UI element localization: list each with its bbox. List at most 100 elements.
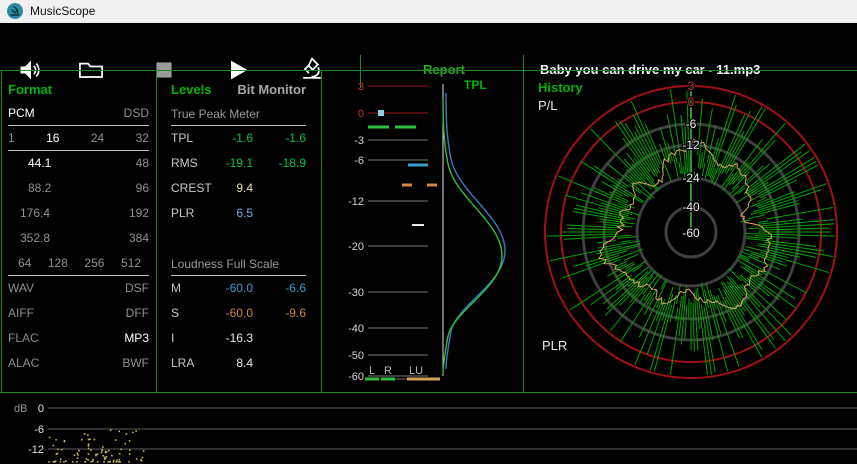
titlebar: MusicScope [0,0,857,23]
musicscope-window: MusicScope [0,0,857,464]
rate-192[interactable]: 192 [129,201,149,226]
waveform-dots [48,429,144,462]
tab-levels[interactable]: Levels [171,78,211,101]
lra-value: 8.4 [223,351,253,376]
history-scale-label: -6 [686,117,697,131]
timeline-waveform: 0 -6 -12 dB [0,393,857,464]
container-aiff[interactable]: AIFF [8,301,34,326]
loudness-title: Loudness Full Scale [171,251,306,276]
history-scale-label: -60 [682,226,700,240]
meter-tick-label: -40 [348,323,364,335]
momentary-label: M [171,276,223,301]
dsd-rate-256[interactable]: 256 [84,251,104,276]
rate-88-2[interactable]: 88.2 [28,176,51,201]
history-scale-label: -12 [682,138,700,152]
integrated-label: I [171,326,223,351]
timeline-tick-label: -6 [34,424,44,436]
shortterm-min: -60.0 [223,301,253,326]
container-flac[interactable]: FLAC [8,326,39,351]
channel-label: R [384,365,392,377]
toolbar: Report Baby you can drive my car - 11.mp… [0,23,857,70]
panel-border [156,70,157,393]
momentary-max: -6.6 [253,276,306,301]
rms-label: RMS [171,151,223,176]
history-scale-label: 3 [688,79,695,93]
lra-label: LRA [171,351,223,376]
tpl-curve-right [446,93,505,369]
lra-row: LRA 8.4 [171,351,306,376]
plr-value: 6.5 [223,201,253,226]
meter-tick-label: 3 [358,81,364,93]
rate-44-1[interactable]: 44.1 [28,151,51,176]
level-meter: 3 0 -3 -6 -12 -20 -30 -40 -50 -60 LR LU [321,70,523,392]
tpl-histogram-title: TPL [464,78,487,92]
shortterm-max: -9.6 [253,301,306,326]
history-scale-label: -24 [682,171,700,185]
timeline-unit-label: dB [14,403,27,415]
meter-tick-label: -30 [348,287,364,299]
history-scale-label: 0 [688,95,695,109]
container-bwf[interactable]: BWF [122,351,149,376]
tpl-value-right: -1.6 [253,126,306,151]
timeline-tick-label: 0 [38,403,44,415]
bit-depth-24[interactable]: 24 [91,126,104,151]
rate-48[interactable]: 48 [136,151,149,176]
channel-label: LU [409,365,423,377]
app-logo-icon [7,3,23,19]
history-title: History [538,80,583,95]
tpl-curve-left [443,98,502,374]
rate-96[interactable]: 96 [136,176,149,201]
rate-384[interactable]: 384 [129,226,149,251]
rms-value-right: -18.9 [253,151,306,176]
channel-label: L [369,365,375,377]
container-dsf[interactable]: DSF [125,276,149,301]
momentary-min: -60.0 [223,276,253,301]
meter-tick-label: -12 [348,196,364,208]
history-plr-label: PLR [542,338,567,353]
integrated-row: I -16.3 [171,326,306,351]
meter-tick-label: -20 [348,241,364,253]
tpl-label: TPL [171,126,223,151]
container-wav[interactable]: WAV [8,276,34,301]
bit-depth-1[interactable]: 1 [8,126,15,151]
levels-panel: Levels Bit Monitor True Peak Meter TPL -… [171,78,306,376]
rate-176-4[interactable]: 176.4 [20,201,50,226]
panel-border [1,70,2,393]
shortterm-row: S -60.0 -9.6 [171,301,306,326]
container-dff[interactable]: DFF [126,301,149,326]
integrated-value: -16.3 [223,326,253,351]
history-polar-display: 3 0 -6 -12 -24 -40 -60 [524,70,857,392]
rms-value-left: -19.1 [223,151,253,176]
tpl-row: TPL -1.6 -1.6 [171,126,306,151]
meter-tick-label: -3 [354,135,364,147]
meter-tick-label: -60 [348,371,364,383]
plr-row: PLR 6.5 [171,201,306,226]
window-title: MusicScope [30,4,95,18]
tpl-value-left: -1.6 [223,126,253,151]
history-scale-label: -40 [682,200,700,214]
format-type-pcm[interactable]: PCM [8,101,35,126]
tab-bit-monitor[interactable]: Bit Monitor [237,78,306,101]
rate-352-8[interactable]: 352.8 [20,226,50,251]
rms-row: RMS -19.1 -18.9 [171,151,306,176]
crest-value: 9.4 [223,176,253,201]
dsd-rate-128[interactable]: 128 [48,251,68,276]
dsd-rate-64[interactable]: 64 [18,251,31,276]
meter-tick-label: -6 [354,155,364,167]
timeline-tick-label: -12 [28,444,44,456]
history-pl-label: P/L [538,98,558,113]
container-alac[interactable]: ALAC [8,351,39,376]
meter-tick-label: 0 [358,108,364,120]
format-title: Format [8,78,149,101]
momentary-row: M -60.0 -6.6 [171,276,306,301]
bit-depth-32[interactable]: 32 [136,126,149,151]
bit-depth-16[interactable]: 16 [46,126,59,151]
true-peak-meter-title: True Peak Meter [171,101,306,126]
meter-tick-label: -50 [348,350,364,362]
format-type-dsd[interactable]: DSD [124,101,149,126]
dsd-rate-512[interactable]: 512 [121,251,141,276]
crest-row: CREST 9.4 [171,176,306,201]
crest-label: CREST [171,176,223,201]
peak-marker [378,110,384,116]
container-mp3[interactable]: MP3 [124,326,149,351]
